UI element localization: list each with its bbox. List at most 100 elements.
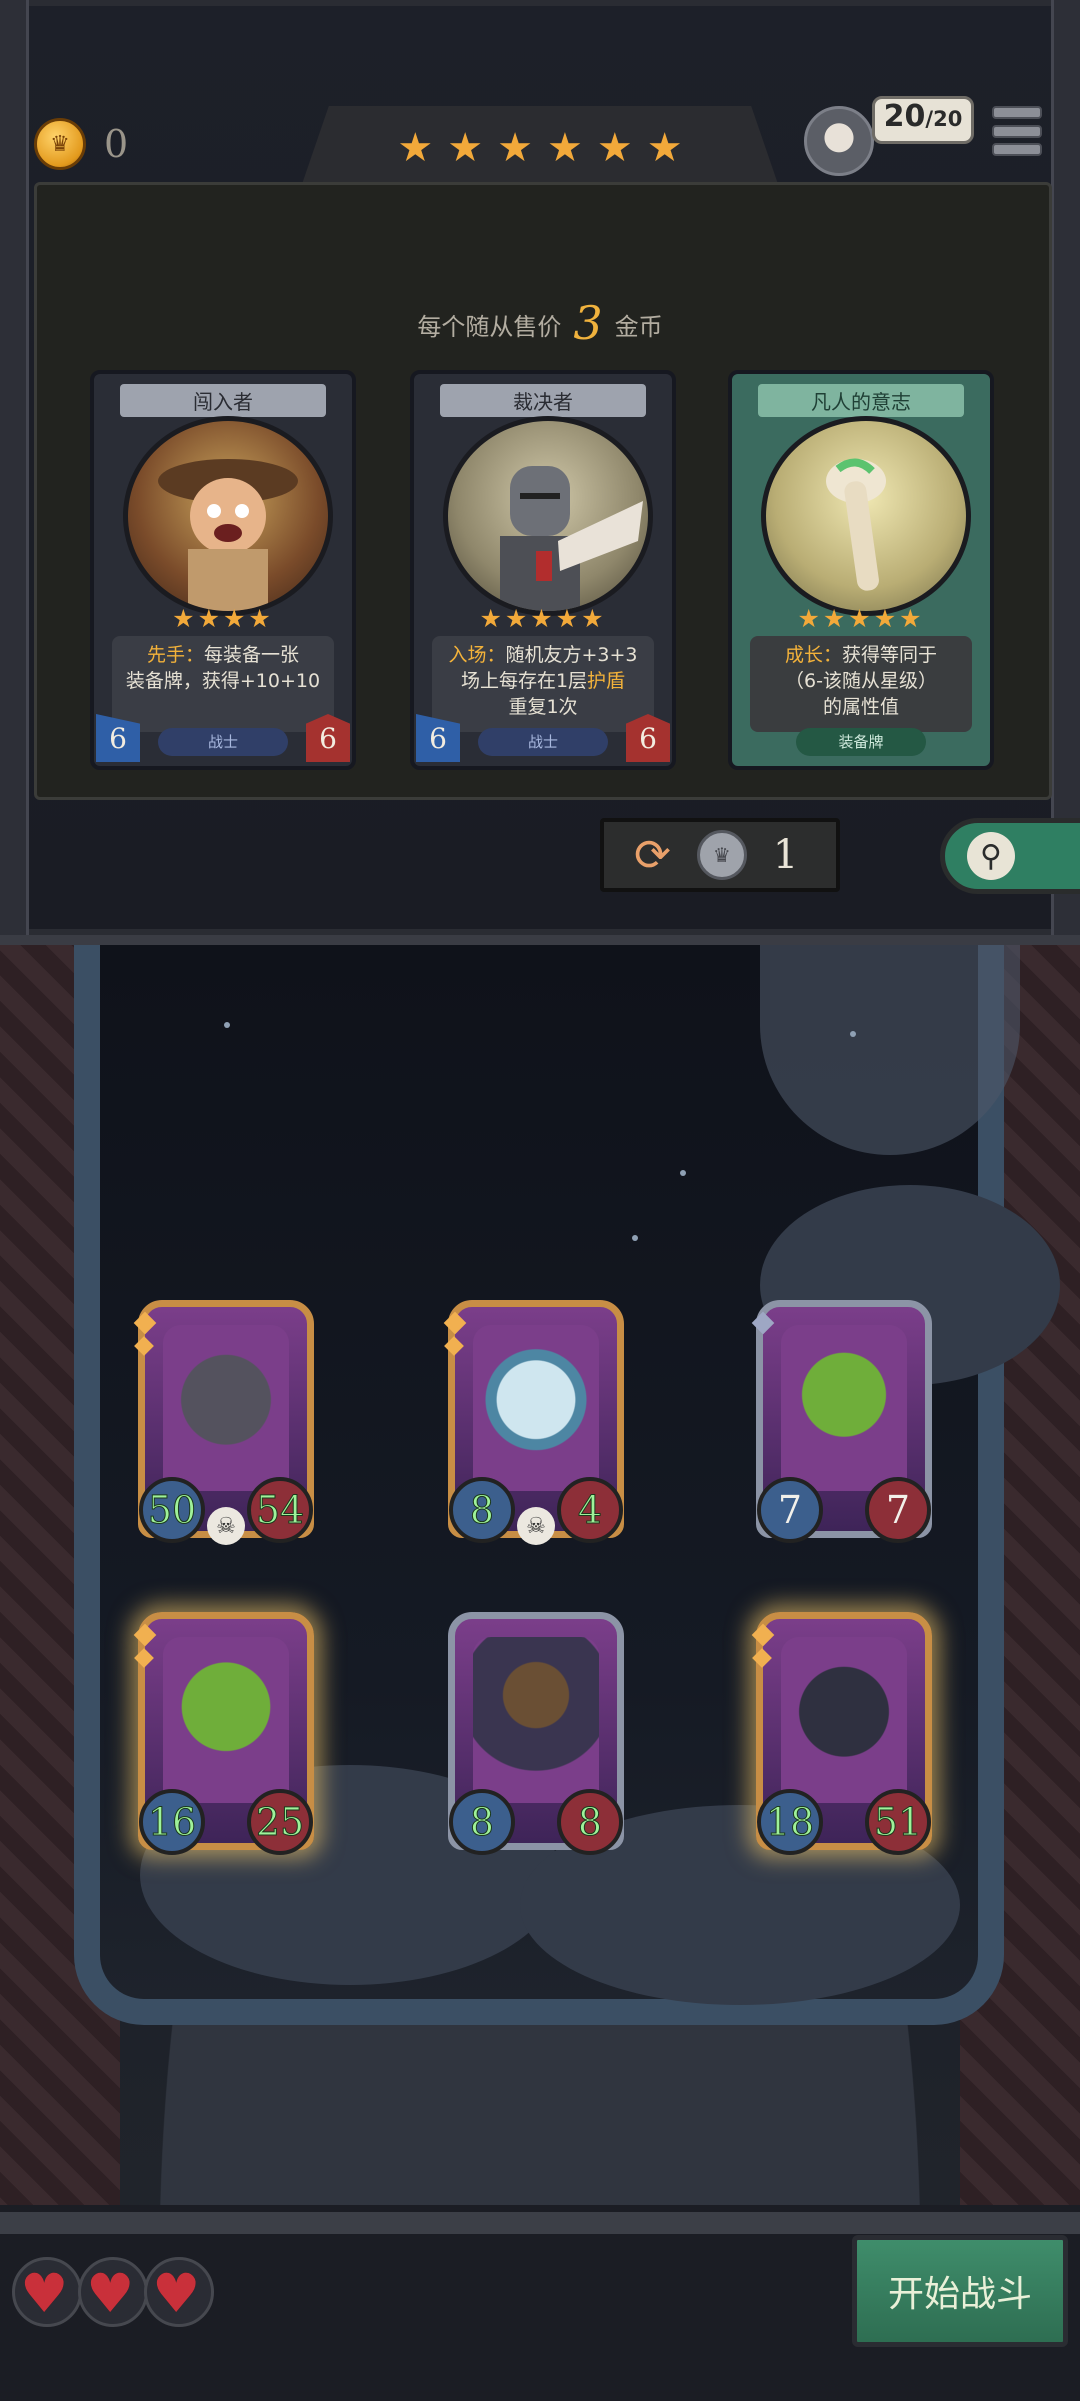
health-current: 20 — [883, 99, 926, 134]
player-avatar[interactable] — [804, 106, 874, 176]
menu-line-icon — [992, 124, 1042, 138]
gold-value: 0 — [104, 122, 129, 166]
card-text-line: 获得等同于 — [842, 644, 938, 666]
rank-diamond-icon — [134, 1648, 154, 1668]
gold-counter: ♛ 0 — [34, 118, 128, 170]
star-dot — [850, 1031, 856, 1037]
star-icon: ★ — [646, 125, 683, 171]
card-portrait — [123, 416, 333, 616]
star-icon: ★ — [447, 125, 484, 171]
bone-club-icon — [826, 458, 886, 591]
card-type-tag: 装备牌 — [796, 728, 926, 756]
card-text-line: 重复1次 — [508, 696, 578, 718]
cat-art-icon — [163, 1325, 289, 1491]
crown-coin-icon: ♛ — [34, 118, 86, 170]
start-battle-button[interactable]: 开始战斗 — [852, 2235, 1068, 2347]
horse-art-icon — [781, 1637, 907, 1803]
card-text-line: 随机友方+3+3 — [505, 644, 638, 666]
heart-icon: ♥ — [152, 2262, 201, 2325]
minion-health: 54 — [247, 1477, 313, 1543]
heart-icon: ♥ — [20, 2262, 69, 2325]
board-minion-sphynx-cat[interactable]: ☠ 50 54 — [133, 1300, 314, 1545]
card-name: 裁决者 — [440, 384, 646, 417]
frog-art-icon — [163, 1637, 289, 1803]
board-minion-dark-horse[interactable]: 18 51 — [751, 1612, 932, 1855]
frame-left — [0, 0, 29, 935]
menu-line-icon — [992, 106, 1042, 119]
card-text-line: 场上每存在1层 — [460, 670, 588, 692]
card-tribe-tag: 战士 — [478, 728, 608, 756]
minion-attack: 7 — [757, 1477, 823, 1543]
card-portrait — [761, 416, 971, 616]
minion-attack: 18 — [757, 1789, 823, 1855]
skull-icon: ☠ — [517, 1507, 555, 1545]
star-icon: ★ — [497, 125, 533, 171]
card-portrait — [443, 416, 653, 616]
card-tribe-tag: 战士 — [158, 728, 288, 756]
star-icon: ★ — [596, 125, 633, 171]
star-icon: ★ — [397, 125, 434, 171]
card-keyword: 入场： — [448, 644, 506, 666]
minion-health: 4 — [557, 1477, 623, 1543]
bottom-rail — [0, 2212, 1080, 2234]
card-health: 6 — [306, 714, 350, 762]
price-suffix: 金币 — [614, 313, 663, 341]
adventurer-art-icon — [158, 459, 298, 611]
card-keyword-shield: 护盾 — [587, 670, 626, 692]
search-button[interactable]: ⚲ — [940, 818, 1080, 894]
card-keyword: 先手： — [146, 644, 204, 666]
knight-art-icon — [500, 466, 643, 611]
card-stars: ★★★★★ — [797, 604, 925, 633]
card-description: 先手：每装备一张 装备牌，获得+10+10 — [112, 636, 334, 732]
shop-card-intruder[interactable]: 闯入者 ★★★★ 先手：每装备一张 装备牌，获得+10+10 战士 6 6 — [90, 370, 356, 770]
menu-line-icon — [992, 143, 1042, 156]
rank-diamond-icon — [444, 1336, 464, 1356]
minion-health: 51 — [865, 1789, 931, 1855]
card-text-line: （6-该随从星级） — [785, 670, 937, 692]
minion-health: 7 — [865, 1477, 931, 1543]
shop-card-judicator[interactable]: 裁决者 ★★★★★ 入场：随机友方+3+3 场上每存在1层护盾 重复1次 战士 … — [410, 370, 676, 770]
price-value: 3 — [573, 296, 603, 350]
minion-attack: 8 — [449, 1477, 515, 1543]
board-minion-scarecrow[interactable]: 8 8 — [448, 1612, 624, 1855]
minion-attack: 8 — [449, 1789, 515, 1855]
player-health-bubble: 20 /20 — [872, 96, 974, 144]
refresh-button[interactable]: ⟳ ♛ 1 — [600, 818, 840, 892]
card-text-line: 每装备一张 — [204, 644, 300, 666]
minion-health: 25 — [247, 1789, 313, 1855]
board-minion-moth-fairy[interactable]: ☠ 8 4 — [443, 1300, 624, 1545]
card-keyword: 成长： — [784, 644, 842, 666]
star-dot — [680, 1170, 686, 1176]
card-description: 入场：随机友方+3+3 场上每存在1层护盾 重复1次 — [432, 636, 654, 732]
refresh-cost: 1 — [772, 832, 799, 878]
card-text-line: 装备牌，获得+10+10 — [125, 670, 321, 692]
rank-diamond-icon — [752, 1648, 772, 1668]
menu-button[interactable] — [992, 106, 1042, 156]
card-name: 闯入者 — [120, 384, 326, 417]
health-max: /20 — [925, 107, 963, 131]
board-minion-frog[interactable]: 7 7 — [751, 1300, 932, 1543]
card-description: 成长：获得等同于 （6-该随从星级） 的属性值 — [750, 636, 972, 732]
minion-health: 8 — [557, 1789, 623, 1855]
rank-diamond-icon — [134, 1336, 154, 1356]
card-name: 凡人的意志 — [758, 384, 964, 417]
minion-attack: 50 — [139, 1477, 205, 1543]
moth-art-icon — [473, 1325, 599, 1491]
crown-token-icon: ♛ — [696, 830, 747, 880]
card-stars: ★★★★ — [172, 604, 274, 633]
minion-attack: 16 — [139, 1789, 205, 1855]
frog-art-icon — [781, 1325, 907, 1491]
shop-card-mortal-will[interactable]: 凡人的意志 ★★★★★ 成长：获得等同于 （6-该随从星级） 的属性值 装备牌 — [728, 370, 994, 770]
card-stars: ★★★★★ — [479, 604, 607, 633]
card-text-line: 的属性值 — [822, 696, 899, 718]
star-dot — [632, 1235, 638, 1241]
search-icon: ⚲ — [967, 832, 1015, 880]
board-minion-golden-frog[interactable]: 16 25 — [133, 1612, 314, 1855]
scarecrow-art-icon — [473, 1637, 599, 1803]
price-prefix: 每个随从售价 — [417, 313, 562, 341]
skull-icon: ☠ — [207, 1507, 245, 1545]
frame-right — [1051, 0, 1080, 935]
tavern-rank-stars: ★ ★ ★ ★ ★ ★ — [300, 106, 780, 190]
heart-icon: ♥ — [86, 2262, 135, 2325]
refresh-icon: ⟳ — [634, 829, 671, 881]
